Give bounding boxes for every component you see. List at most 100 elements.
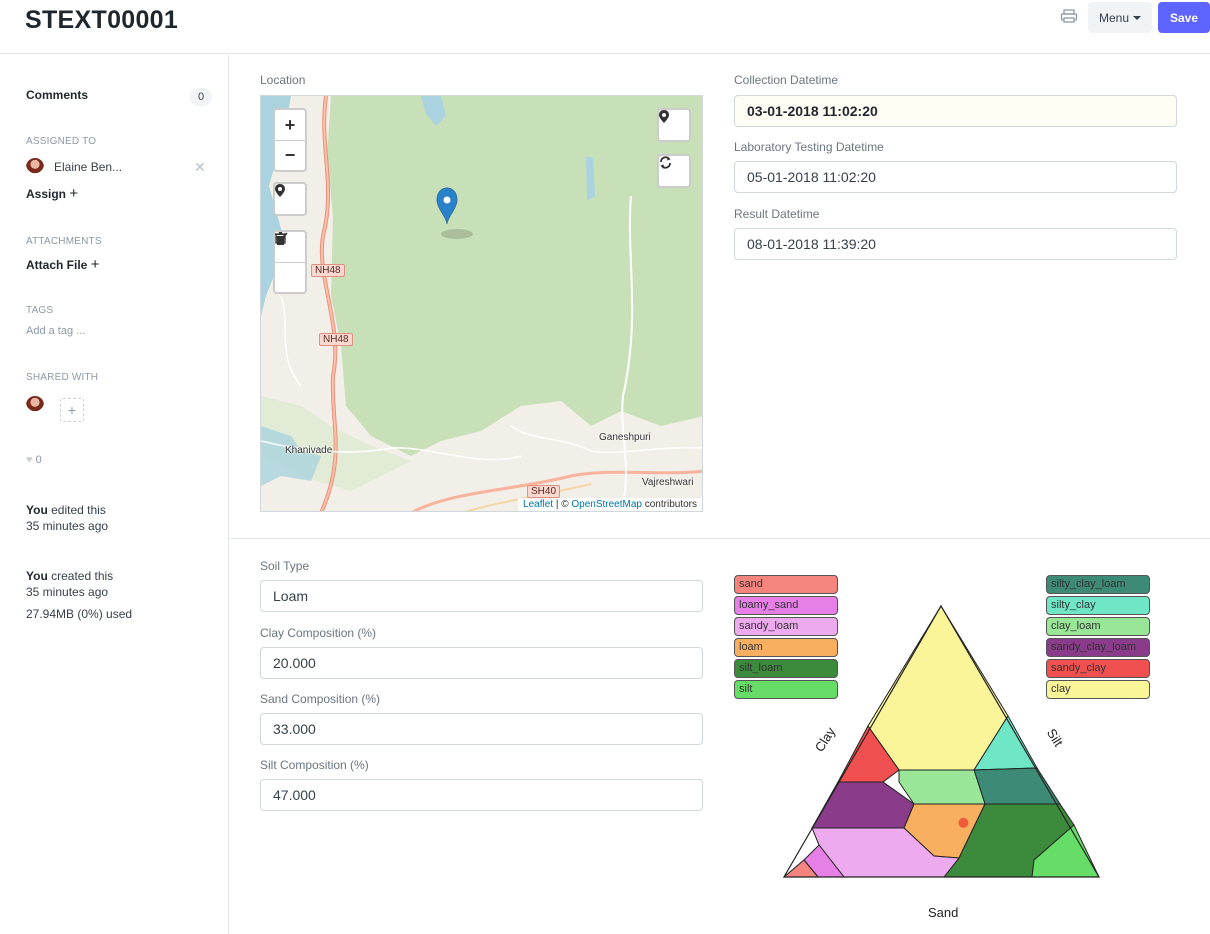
shared-user-avatar (26, 396, 44, 414)
assignee[interactable]: Elaine Ben... (26, 158, 122, 176)
comments-count-badge: 0 (190, 88, 212, 106)
menu-button[interactable]: Menu (1088, 2, 1152, 33)
created-time: 35 minutes ago (26, 585, 109, 599)
edited-text: edited this (51, 503, 106, 517)
plus-icon: + (90, 256, 100, 273)
likes-count: 0 (35, 454, 42, 466)
map-locate-control (657, 108, 691, 142)
avatar (26, 396, 44, 414)
assign-button[interactable]: Assign + (26, 185, 78, 202)
map-attribution: Leaflet | © OpenStreetMap contributors (518, 498, 702, 511)
print-icon[interactable] (1060, 9, 1078, 23)
legend-item-clay-loam[interactable]: clay_loam (1046, 617, 1150, 636)
region-silty-clay-loam (973, 767, 1061, 805)
clay-composition-label: Clay Composition (%) (260, 626, 377, 640)
legend-item-silt-loam[interactable]: silt_loam (734, 659, 838, 678)
legend-item-silt[interactable]: silt (734, 680, 838, 699)
page-title: STEXT00001 (25, 6, 179, 34)
menu-button-label: Menu (1098, 10, 1130, 25)
map-refresh-control (657, 154, 691, 188)
region-sandy-clay-loam (811, 781, 915, 829)
place-label: Khanivade (285, 445, 333, 456)
attach-file-button[interactable]: Attach File + (26, 256, 99, 273)
attribution-separator: | © (553, 499, 572, 510)
location-label: Location (260, 73, 306, 87)
road-label: NH48 (319, 333, 353, 346)
plus-icon: + (69, 185, 79, 202)
refresh-icon (660, 156, 671, 169)
remove-assignee-icon[interactable]: ✕ (194, 159, 206, 176)
delete-layer-button[interactable] (275, 232, 305, 292)
legend-item-loam[interactable]: loam (734, 638, 838, 657)
save-button[interactable]: Save (1158, 2, 1210, 33)
legend-item-sandy-clay[interactable]: sandy_clay (1046, 659, 1150, 678)
attribution-contributors: contributors (641, 499, 697, 510)
add-share-button[interactable]: + (60, 398, 84, 422)
attachments-heading: ATTACHMENTS (26, 236, 102, 247)
add-tag-input[interactable]: Add a tag ... (26, 325, 85, 337)
locate-control (273, 182, 307, 216)
map-marker-button[interactable] (275, 184, 305, 214)
storage-used: 27.94MB (0%) used (26, 607, 133, 621)
sample-point (958, 817, 969, 828)
comments-label[interactable]: Comments (26, 88, 88, 102)
result-datetime-label: Result Datetime (734, 207, 820, 221)
heart-icon: ♥ (26, 454, 33, 466)
assigned-to-heading: ASSIGNED TO (26, 136, 97, 147)
silt-composition-input[interactable]: 47.000 (260, 779, 703, 811)
sand-composition-input[interactable]: 33.000 (260, 713, 703, 745)
assign-label: Assign (26, 187, 67, 201)
result-datetime-input[interactable]: 08-01-2018 11:39:20 (734, 228, 1177, 260)
lab-testing-datetime-label: Laboratory Testing Datetime (734, 140, 884, 154)
shared-with-heading: SHARED WITH (26, 372, 99, 383)
collection-datetime-input[interactable]: 03-01-2018 11:02:20 (734, 95, 1177, 127)
soil-type-label: Soil Type (260, 559, 310, 573)
leaflet-link[interactable]: Leaflet (523, 499, 553, 510)
refresh-button[interactable] (659, 156, 689, 186)
edited-activity: You edited this 35 minutes ago (26, 502, 108, 534)
caret-down-icon (1133, 15, 1142, 20)
assignee-name: Elaine Ben... (54, 160, 123, 174)
osm-link[interactable]: OpenStreetMap (571, 499, 642, 510)
created-text: created this (51, 569, 114, 583)
map-pin-icon (275, 184, 285, 197)
legend-item-sandy-loam[interactable]: sandy_loam (734, 617, 838, 636)
locate-me-button[interactable] (659, 110, 689, 140)
zoom-control: + − (273, 108, 307, 172)
zoom-in-button[interactable]: + (275, 110, 305, 140)
legend-item-sandy-clay-loam[interactable]: sandy_clay_loam (1046, 638, 1150, 657)
road-label: SH40 (527, 485, 561, 498)
place-label: Ganeshpuri (599, 432, 651, 443)
tags-heading: TAGS (26, 305, 54, 316)
sand-composition-label: Sand Composition (%) (260, 692, 381, 706)
edited-actor: You (26, 503, 48, 517)
legend-item-sand[interactable]: sand (734, 575, 838, 594)
like-button[interactable]: ♥ 0 (26, 454, 42, 466)
map-pin-icon (659, 110, 669, 123)
place-label: Vajreshwari (642, 477, 694, 488)
sidebar: Comments 0 ASSIGNED TO Elaine Ben... ✕ A… (0, 55, 229, 934)
legend-item-loamy-sand[interactable]: loamy_sand (734, 596, 838, 615)
legend-item-silty-clay[interactable]: silty_clay (1046, 596, 1150, 615)
clay-composition-input[interactable]: 20.000 (260, 647, 703, 679)
region-clay-loam (898, 769, 986, 805)
silt-composition-label: Silt Composition (%) (260, 758, 369, 772)
created-activity: You created this 35 minutes ago (26, 568, 113, 600)
edited-time: 35 minutes ago (26, 519, 109, 533)
collection-datetime-label: Collection Datetime (734, 73, 839, 87)
attach-file-label: Attach File (26, 258, 88, 272)
created-actor: You (26, 569, 48, 583)
avatar (26, 158, 44, 176)
zoom-out-button[interactable]: − (275, 140, 305, 170)
legend-item-clay[interactable]: clay (1046, 680, 1150, 699)
soil-type-input[interactable]: Loam (260, 580, 703, 612)
draw-control (273, 230, 307, 294)
location-map[interactable]: + − NH48 NH48 SH40 Ganeshpuri Khanivade … (260, 95, 703, 512)
axis-label-sand: Sand (928, 905, 959, 920)
legend-item-silty-clay-loam[interactable]: silty_clay_loam (1046, 575, 1150, 594)
road-label: NH48 (311, 264, 345, 277)
soil-texture-triangle (782, 604, 1101, 878)
page-header: STEXT00001 Menu Save (0, 0, 1210, 54)
region-clay (867, 605, 1009, 771)
lab-testing-datetime-input[interactable]: 05-01-2018 11:02:20 (734, 161, 1177, 193)
